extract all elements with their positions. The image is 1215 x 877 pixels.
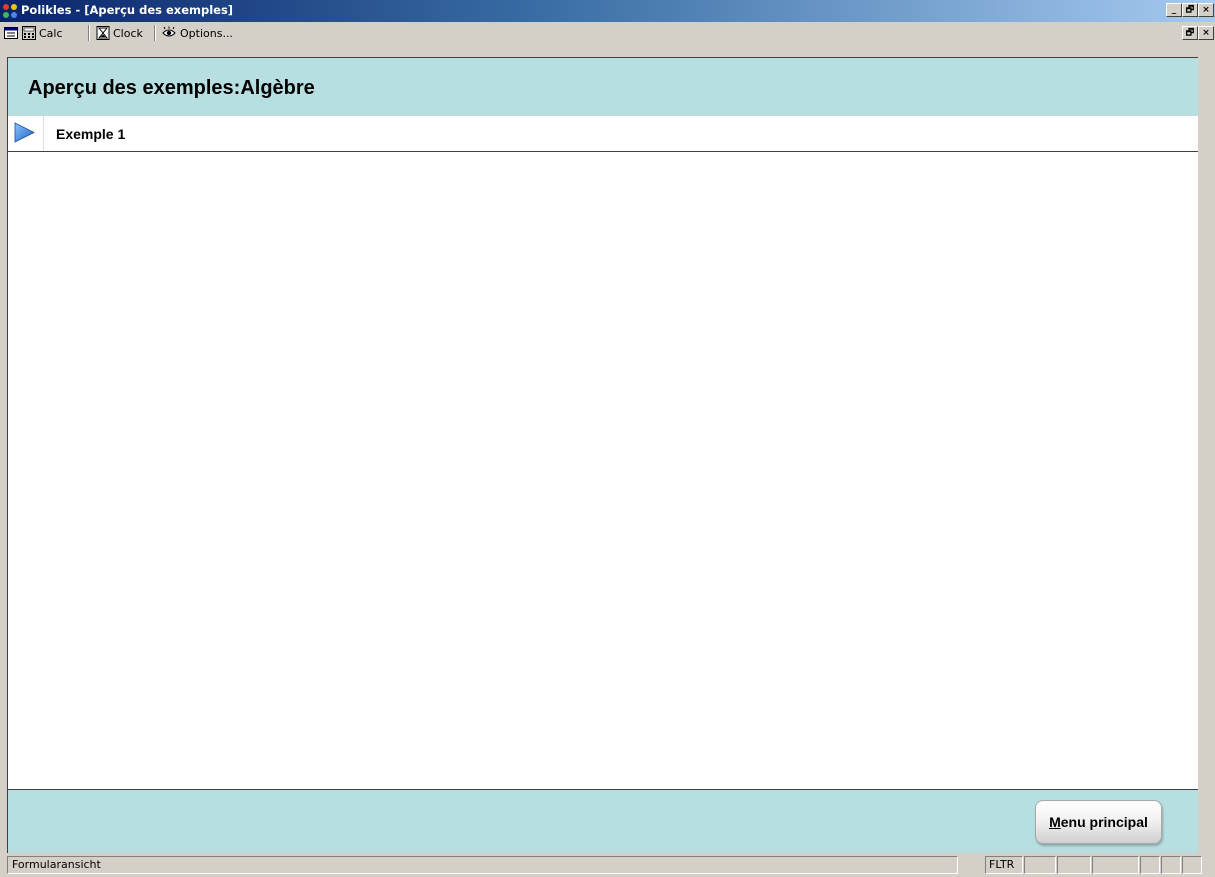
close-icon: ×	[1202, 4, 1210, 15]
status-bar: Formularansicht FLTR	[0, 853, 1215, 877]
detail-area	[8, 152, 1198, 790]
app-icon	[3, 4, 17, 18]
close-icon: ×	[1202, 27, 1210, 38]
form-footer: Menu principal	[8, 790, 1198, 854]
window-title: Polikles - [Aperçu des exemples]	[21, 3, 234, 17]
form-header: Aperçu des exemples:Algèbre	[8, 58, 1198, 116]
main-menu-button[interactable]: Menu principal	[1035, 800, 1162, 844]
toolbar-clock-label: Clock	[113, 26, 143, 40]
right-gray-strip	[1198, 57, 1215, 853]
toolbar-options-button[interactable]: Options...	[161, 25, 233, 41]
toolbar-options-label: Options...	[180, 26, 233, 40]
current-record-arrow-icon	[14, 122, 35, 143]
eye-icon	[162, 26, 176, 37]
main-menu-accelerator: M	[1049, 814, 1061, 830]
main-menu-label: enu principal	[1060, 814, 1148, 830]
restore-button[interactable]: 🗗	[1182, 3, 1198, 17]
calculator-icon	[22, 26, 36, 40]
toolbar-separator	[88, 25, 90, 41]
page-title: Aperçu des exemples:Algèbre	[28, 77, 315, 99]
title-bar[interactable]: Polikles - [Aperçu des exemples] _ 🗗 ×	[0, 0, 1215, 22]
restore-icon: 🗗	[1185, 27, 1195, 38]
status-panel-empty	[1057, 856, 1091, 874]
child-close-button[interactable]: ×	[1198, 26, 1214, 40]
status-panel-empty	[1140, 856, 1160, 874]
status-panel-empty	[1161, 856, 1181, 874]
hourglass-icon	[96, 26, 110, 40]
toolbar-form-button[interactable]	[4, 25, 18, 41]
status-panel-empty	[1182, 856, 1202, 874]
child-restore-button[interactable]: 🗗	[1182, 26, 1198, 40]
record-label: Exemple 1	[56, 126, 126, 142]
status-panel-empty	[1092, 856, 1139, 874]
restore-icon: 🗗	[1185, 4, 1195, 15]
toolbar-separator	[154, 25, 156, 41]
minimize-button[interactable]: _	[1166, 3, 1182, 17]
record-selector[interactable]	[8, 116, 44, 151]
toolbar: Calc Clock Options... 🗗 ×	[0, 22, 1215, 44]
minimize-icon: _	[1171, 4, 1177, 15]
status-text: Formularansicht	[7, 856, 958, 874]
form-window: Aperçu des exemples:Algèbre Exemple 1 Me…	[7, 57, 1198, 854]
status-indicator-fltr: FLTR	[985, 856, 1023, 874]
toolbar-calc-label: Calc	[39, 26, 63, 40]
form-icon	[4, 27, 18, 39]
close-button[interactable]: ×	[1198, 3, 1214, 17]
toolbar-calc-button[interactable]: Calc	[22, 25, 63, 41]
toolbar-clock-button[interactable]: Clock	[96, 25, 143, 41]
list-item[interactable]: Exemple 1	[8, 116, 1198, 152]
status-panel-empty	[1024, 856, 1056, 874]
